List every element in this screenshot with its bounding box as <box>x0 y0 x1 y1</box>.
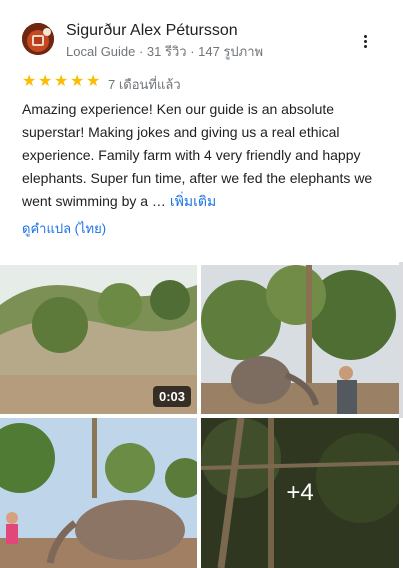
photo-video-thumbnail[interactable]: 0:03 <box>0 265 197 414</box>
more-options-icon[interactable] <box>356 30 376 54</box>
reviewer-name[interactable]: Sigurður Alex Pétursson <box>66 22 238 40</box>
more-photos-count: +4 <box>201 418 399 568</box>
review-header: Sigurður Alex Pétursson Local Guide · 31… <box>0 0 403 68</box>
star-icon: ★ <box>38 73 53 90</box>
star-icon: ★ <box>22 73 37 90</box>
video-duration-badge: 0:03 <box>152 386 191 407</box>
photo-thumbnail[interactable] <box>201 265 399 414</box>
scrollbar[interactable] <box>399 262 403 418</box>
reviewer-meta: Local Guide · 31 รีวิว · 147 รูปภาพ <box>66 44 264 59</box>
photo-thumbnail[interactable] <box>0 418 197 568</box>
read-more-link[interactable]: เพิ่มเติม <box>170 193 216 209</box>
reviewer-avatar[interactable] <box>22 23 54 55</box>
translate-link[interactable]: ดูคำแปล (ไทย) <box>22 218 106 239</box>
star-icon: ★ <box>70 73 85 90</box>
photo-more-thumbnail[interactable]: +4 <box>201 418 399 568</box>
review-date: 7 เดือนที่แล้ว <box>108 77 181 92</box>
review-text: Amazing experience! Ken our guide is an … <box>22 98 394 213</box>
rating-stars: ★ ★ ★ ★ ★ <box>22 73 101 90</box>
star-icon: ★ <box>86 73 101 90</box>
star-icon: ★ <box>54 73 69 90</box>
